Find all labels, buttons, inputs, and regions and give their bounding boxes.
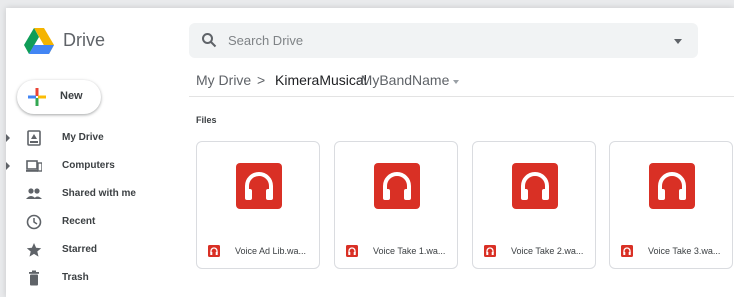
audio-file-icon bbox=[208, 245, 220, 257]
breadcrumb-current-folder[interactable]: KimeraMusical bbox=[275, 72, 367, 88]
trash-icon bbox=[29, 270, 39, 286]
sidebar-item-label: Recent bbox=[62, 216, 96, 227]
sidebar-item-shared-with-me[interactable]: Shared with me bbox=[6, 183, 176, 205]
search-icon[interactable] bbox=[201, 32, 217, 48]
star-icon bbox=[26, 243, 42, 257]
drive-window: Drive Search Drive New My Drive Computer… bbox=[6, 8, 734, 297]
file-name: Voice Take 1.wa... bbox=[373, 246, 446, 256]
headphones-icon bbox=[649, 163, 695, 209]
drive-logo-icon[interactable] bbox=[24, 28, 54, 55]
audio-file-icon bbox=[346, 245, 358, 257]
file-card[interactable]: Voice Take 3.wa... bbox=[609, 141, 733, 269]
files-section-title: Files bbox=[196, 115, 217, 125]
new-button-label: New bbox=[60, 90, 83, 102]
search-options-chevron-icon[interactable] bbox=[674, 39, 682, 44]
headphones-icon bbox=[512, 163, 558, 209]
expand-arrow-icon[interactable] bbox=[6, 134, 10, 142]
breadcrumb-my-drive[interactable]: My Drive bbox=[196, 72, 251, 88]
my-drive-icon bbox=[27, 130, 41, 146]
file-name: Voice Take 2.wa... bbox=[511, 246, 584, 256]
file-card[interactable]: Voice Take 2.wa... bbox=[472, 141, 596, 269]
app-title: Drive bbox=[63, 30, 106, 50]
sidebar-item-recent[interactable]: Recent bbox=[6, 211, 176, 233]
search-input[interactable]: Search Drive bbox=[228, 33, 303, 48]
sidebar-item-label: My Drive bbox=[62, 132, 104, 143]
sidebar-item-trash[interactable]: Trash bbox=[6, 267, 176, 289]
audio-file-icon bbox=[484, 245, 496, 257]
plus-icon bbox=[28, 88, 46, 106]
computers-icon bbox=[26, 160, 42, 172]
sidebar-item-label: Trash bbox=[62, 272, 89, 283]
shared-icon bbox=[26, 188, 42, 199]
breadcrumb-separator: > bbox=[257, 72, 266, 88]
clock-icon bbox=[26, 214, 42, 230]
headphones-icon bbox=[374, 163, 420, 209]
file-card[interactable]: Voice Ad Lib.wa... bbox=[196, 141, 320, 269]
sidebar-item-label: Shared with me bbox=[62, 188, 136, 199]
file-name: Voice Take 3.wa... bbox=[648, 246, 721, 256]
breadcrumb-folder-suffix[interactable]: -MyBandName bbox=[356, 72, 449, 88]
sidebar-item-my-drive[interactable]: My Drive bbox=[6, 127, 176, 149]
expand-arrow-icon[interactable] bbox=[6, 162, 10, 170]
headphones-icon bbox=[236, 163, 282, 209]
new-button[interactable]: New bbox=[17, 80, 101, 114]
search-bar[interactable]: Search Drive bbox=[189, 23, 698, 58]
sidebar-item-label: Computers bbox=[62, 160, 115, 171]
file-card[interactable]: Voice Take 1.wa... bbox=[334, 141, 458, 269]
file-name: Voice Ad Lib.wa... bbox=[235, 246, 307, 256]
folder-menu-chevron-icon[interactable] bbox=[453, 80, 459, 84]
header-divider bbox=[189, 96, 734, 97]
audio-file-icon bbox=[621, 245, 633, 257]
sidebar-item-label: Starred bbox=[62, 244, 98, 255]
sidebar-item-starred[interactable]: Starred bbox=[6, 239, 176, 261]
sidebar-item-computers[interactable]: Computers bbox=[6, 155, 176, 177]
